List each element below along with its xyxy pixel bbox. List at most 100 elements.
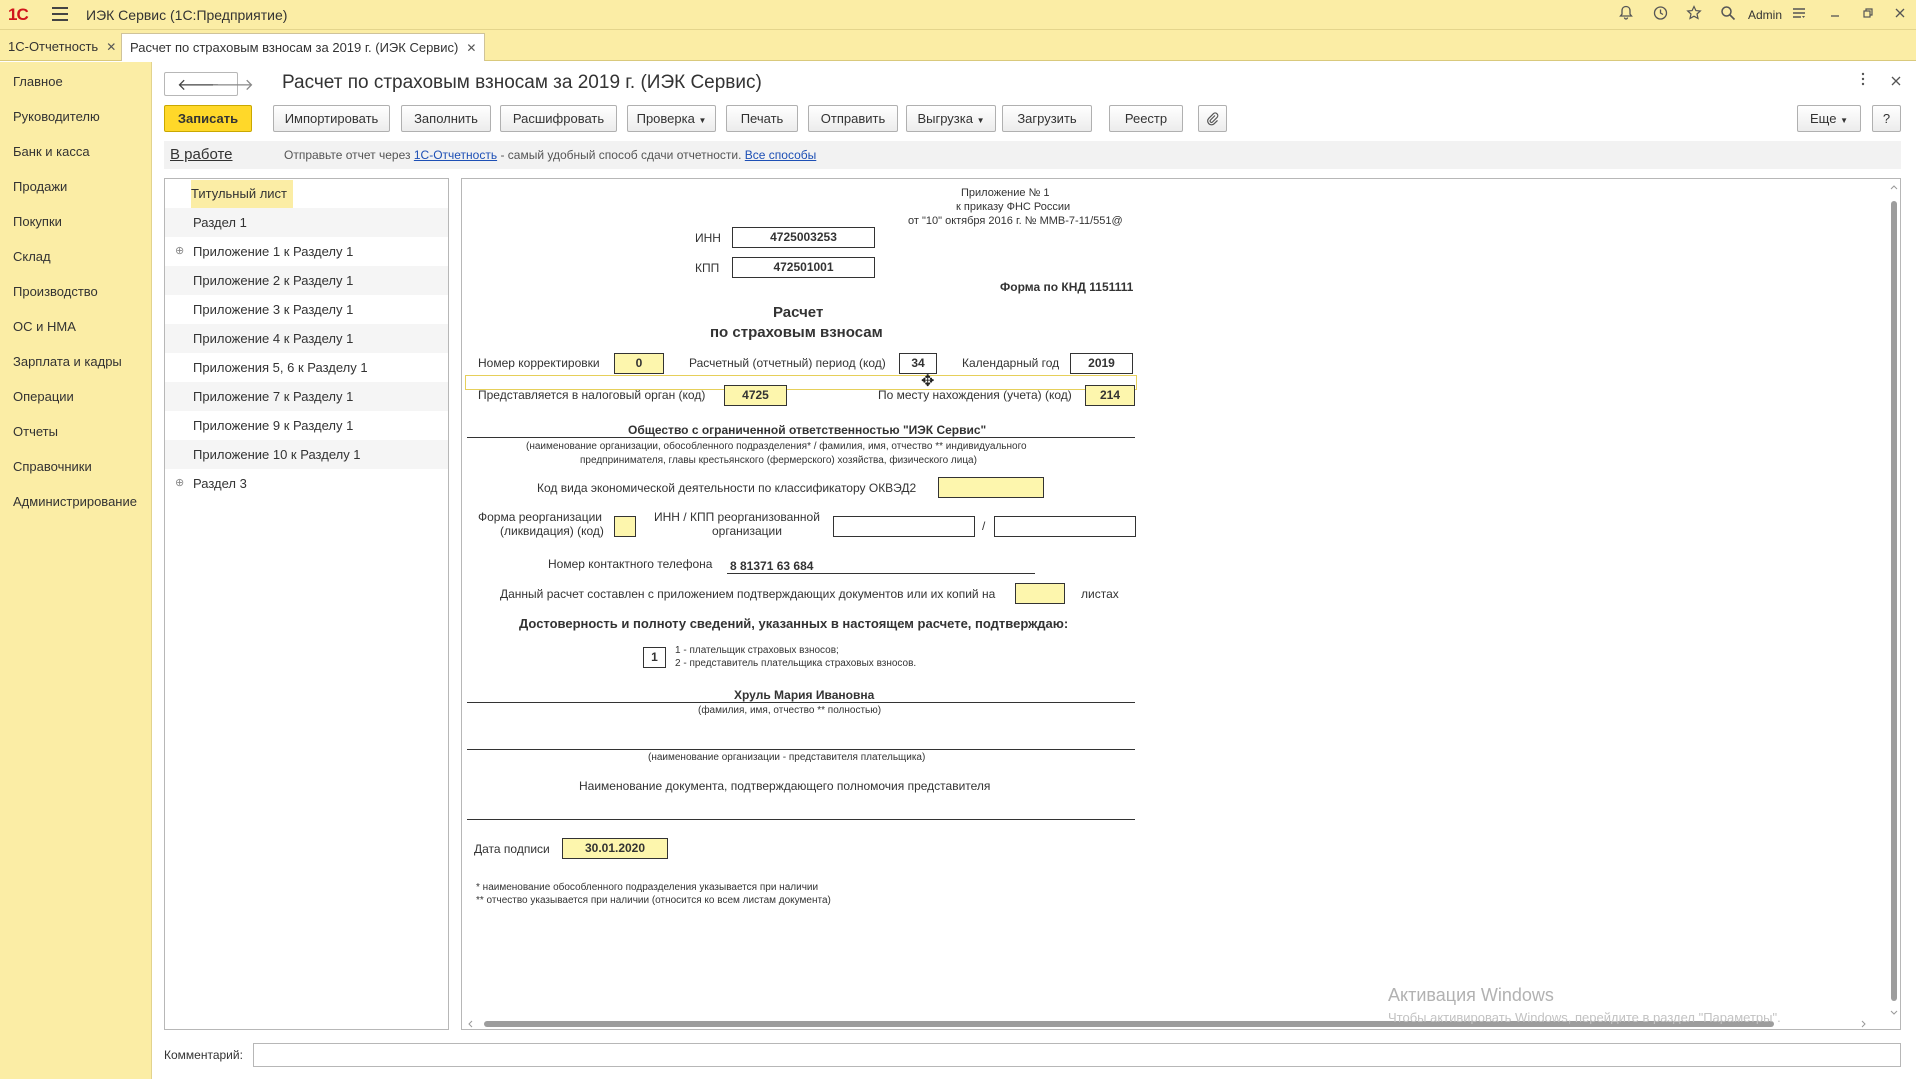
- export-button[interactable]: Выгрузка ▼: [906, 105, 996, 132]
- okved-field[interactable]: [938, 477, 1044, 498]
- reorg-inn-field[interactable]: [833, 516, 975, 537]
- sidebar-item-main[interactable]: Главное: [13, 74, 63, 89]
- sidebar-item-reports[interactable]: Отчеты: [13, 424, 58, 439]
- status-message: Отправьте отчет через 1С-Отчетность - са…: [284, 148, 816, 162]
- import-button[interactable]: Импортировать: [273, 105, 390, 132]
- tab-insurance-report[interactable]: Расчет по страховым взносам за 2019 г. (…: [121, 33, 486, 61]
- load-button[interactable]: Загрузить: [1002, 105, 1092, 132]
- hamburger-menu-icon[interactable]: [52, 7, 68, 21]
- sidebar-item-sales[interactable]: Продажи: [13, 179, 67, 194]
- save-button[interactable]: Записать: [164, 105, 252, 132]
- confirm-heading: Достоверность и полноту сведений, указан…: [519, 616, 1069, 631]
- authority-doc-line: [467, 819, 1135, 820]
- tree-item-section-1[interactable]: Раздел 1: [165, 208, 448, 237]
- tree-item-appendix-5-6[interactable]: Приложения 5, 6 к Разделу 1: [165, 353, 448, 382]
- close-tab-icon[interactable]: ✕: [106, 40, 116, 54]
- inn-label: ИНН: [695, 231, 721, 245]
- more-button[interactable]: Еще ▼: [1797, 105, 1861, 132]
- decode-button[interactable]: Расшифровать: [500, 105, 617, 132]
- reporting-link[interactable]: 1С-Отчетность: [414, 148, 497, 162]
- close-document-icon[interactable]: [1886, 72, 1906, 92]
- inn-field[interactable]: 4725003253: [732, 227, 875, 248]
- bell-icon[interactable]: [1616, 5, 1636, 25]
- send-button[interactable]: Отправить: [808, 105, 898, 132]
- restore-icon[interactable]: [1858, 5, 1878, 25]
- kpp-field[interactable]: 472501001: [732, 257, 875, 278]
- sidebar-item-directories[interactable]: Справочники: [13, 459, 92, 474]
- place-field[interactable]: 214: [1085, 385, 1135, 406]
- tree-item-label: Приложение 2 к Разделу 1: [193, 273, 354, 288]
- check-button[interactable]: Проверка ▼: [627, 105, 716, 132]
- sidebar-item-bank[interactable]: Банк и касса: [13, 144, 90, 159]
- correction-field[interactable]: 0: [614, 353, 664, 374]
- tree-item-appendix-1[interactable]: ⊕ Приложение 1 к Разделу 1: [165, 237, 448, 266]
- tree-item-appendix-2[interactable]: Приложение 2 к Разделу 1: [165, 266, 448, 295]
- expand-icon[interactable]: ⊕: [175, 476, 184, 489]
- pages-suffix: листах: [1081, 587, 1119, 601]
- minimize-icon[interactable]: [1825, 5, 1845, 25]
- tree-item-section-3[interactable]: ⊕ Раздел 3: [165, 469, 448, 498]
- phone-line: [727, 573, 1035, 574]
- forward-arrow-icon[interactable]: 🡒: [211, 74, 254, 95]
- signer-name[interactable]: Хруль Мария Ивановна: [734, 688, 874, 702]
- tab-bar: 1С-Отчетность ✕ Расчет по страховым взнос…: [0, 30, 1916, 61]
- sidebar-item-administration[interactable]: Администрирование: [13, 494, 137, 509]
- current-user[interactable]: Admin: [1748, 8, 1782, 22]
- expand-icon[interactable]: ⊕: [175, 244, 184, 257]
- pages-field[interactable]: [1015, 583, 1065, 604]
- footnote-1: * наименование обособленного подразделен…: [476, 882, 819, 893]
- tree-item-appendix-10[interactable]: Приложение 10 к Разделу 1: [165, 440, 448, 469]
- sidebar-item-purchases[interactable]: Покупки: [13, 214, 62, 229]
- reorg-inn-label-1: ИНН / КПП реорганизованной: [654, 510, 820, 524]
- year-field[interactable]: 2019: [1070, 353, 1133, 374]
- report-state-link[interactable]: В работе: [170, 146, 233, 163]
- representative-line: [467, 749, 1135, 750]
- settings-menu-icon[interactable]: [1789, 5, 1809, 25]
- tree-item-label: Приложение 1 к Разделу 1: [193, 244, 354, 259]
- more-actions-icon[interactable]: [1853, 72, 1873, 92]
- all-methods-link[interactable]: Все способы: [745, 148, 817, 162]
- comment-field[interactable]: [253, 1043, 1901, 1067]
- tree-item-label: Приложение 10 к Разделу 1: [193, 447, 361, 462]
- tree-item-appendix-4[interactable]: Приложение 4 к Разделу 1: [165, 324, 448, 353]
- close-tab-icon[interactable]: ✕: [466, 41, 476, 55]
- reorg-kpp-field[interactable]: [994, 516, 1136, 537]
- org-name-line: [467, 437, 1135, 438]
- more-label: Еще: [1810, 111, 1837, 126]
- tree-item-appendix-3[interactable]: Приложение 3 к Разделу 1: [165, 295, 448, 324]
- correction-label: Номер корректировки: [478, 356, 600, 370]
- tax-authority-field[interactable]: 4725: [724, 385, 787, 406]
- tab-1c-reporting[interactable]: 1С-Отчетность ✕: [0, 33, 124, 61]
- sign-date-field[interactable]: 30.01.2020: [562, 838, 668, 859]
- tree-item-appendix-7[interactable]: Приложение 7 к Разделу 1: [165, 382, 448, 411]
- sidebar-item-operations[interactable]: Операции: [13, 389, 74, 404]
- tree-item-title-page[interactable]: Титульный лист: [165, 179, 448, 208]
- signer-type-field[interactable]: 1: [643, 647, 666, 668]
- print-button[interactable]: Печать: [726, 105, 798, 132]
- search-icon[interactable]: [1718, 5, 1738, 25]
- tree-item-appendix-9[interactable]: Приложение 9 к Разделу 1: [165, 411, 448, 440]
- organization-name: Общество с ограниченной ответственностью…: [628, 423, 987, 437]
- signer-note: (фамилия, имя, отчество ** полностью): [698, 705, 882, 716]
- phone-value[interactable]: 8 81371 63 684: [730, 559, 813, 573]
- sidebar-item-production[interactable]: Производство: [13, 284, 98, 299]
- history-icon[interactable]: [1650, 5, 1670, 25]
- reorg-label-2: (ликвидация) (код): [500, 524, 604, 538]
- registry-button[interactable]: Реестр: [1109, 105, 1183, 132]
- help-button[interactable]: ?: [1872, 105, 1901, 132]
- sidebar-item-management[interactable]: Руководителю: [13, 109, 100, 124]
- appendix-line-3: от "10" октября 2016 г. № ММВ-7-11/551@: [908, 215, 1123, 227]
- reorg-form-field[interactable]: [614, 516, 636, 537]
- sidebar-item-warehouse[interactable]: Склад: [13, 249, 51, 264]
- sidebar-item-assets[interactable]: ОС и НМА: [13, 319, 76, 334]
- vertical-scrollbar[interactable]: [1888, 179, 1900, 1029]
- attachment-button[interactable]: [1198, 105, 1227, 132]
- tree-item-label: Раздел 1: [193, 215, 247, 230]
- tree-item-label: Приложение 7 к Разделу 1: [193, 389, 354, 404]
- paperclip-icon: [1206, 112, 1220, 129]
- star-icon[interactable]: [1684, 5, 1704, 25]
- close-window-icon[interactable]: [1890, 5, 1910, 25]
- windows-activation-watermark: Активация Windows: [1388, 985, 1554, 1005]
- fill-button[interactable]: Заполнить: [401, 105, 491, 132]
- sidebar-item-payroll[interactable]: Зарплата и кадры: [13, 354, 122, 369]
